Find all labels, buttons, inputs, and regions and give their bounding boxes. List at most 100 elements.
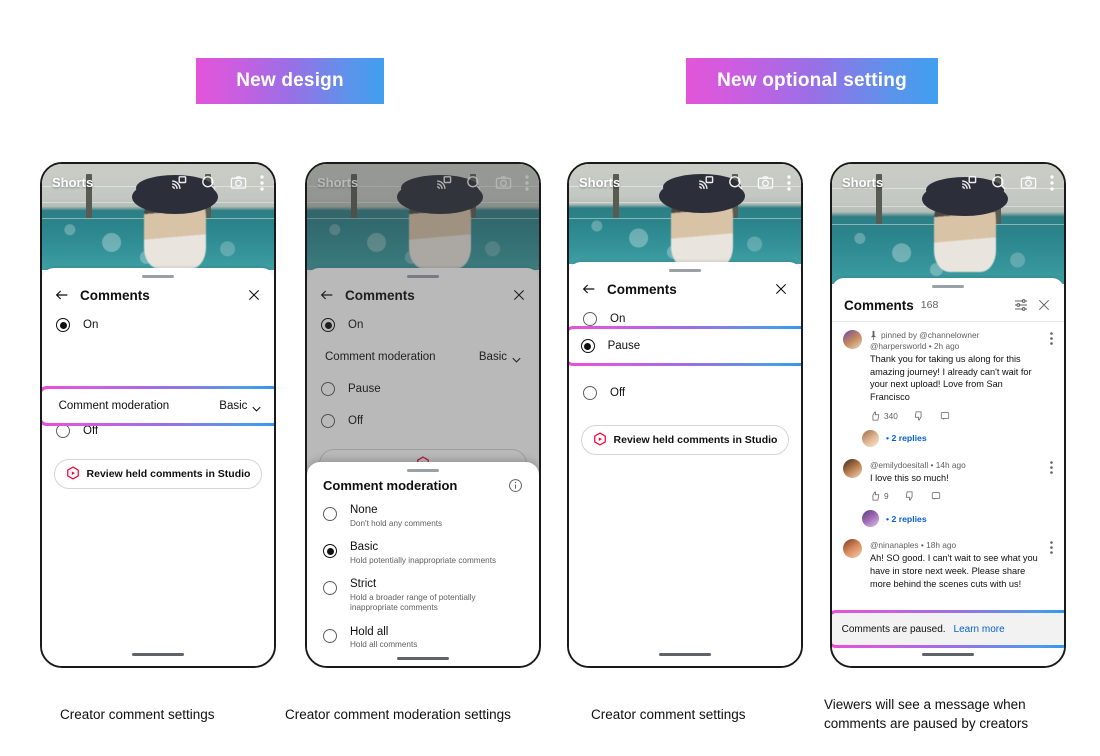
sheet-header: Comments — [42, 278, 274, 309]
back-arrow-icon[interactable] — [581, 281, 597, 297]
moderation-option-none-label: None — [350, 504, 378, 517]
option-pause-3[interactable]: Pause — [569, 330, 801, 362]
more-vertical-icon[interactable] — [1050, 174, 1054, 191]
like-count: 9 — [884, 491, 889, 502]
cast-icon[interactable] — [170, 174, 187, 191]
chevron-down-icon[interactable] — [252, 403, 262, 412]
moderation-option-basic[interactable]: Basic Hold potentially inappropriate com… — [307, 534, 539, 571]
comment-more-icon[interactable] — [1050, 541, 1053, 559]
close-icon[interactable] — [1036, 297, 1052, 313]
shorts-topbar-3: Shorts — [569, 174, 801, 191]
radio-none[interactable] — [323, 507, 337, 522]
dialog-header: Comment moderation — [307, 472, 539, 497]
caption-phone-4: Viewers will see a message when comments… — [824, 695, 1082, 733]
comment-item[interactable]: @ninanaples • 18h ago Ah! SO good. I can… — [832, 531, 1064, 592]
moderation-option-none-desc: Don't hold any comments — [350, 518, 443, 528]
moderation-option-hold-all[interactable]: Hold all Hold all comments — [307, 619, 539, 656]
phone-3-screen: Shorts Comments On Off Review held comme… — [569, 164, 801, 666]
highlight-comment-moderation-row: Comment moderation Basic — [42, 386, 274, 426]
comments-settings-sheet-3: Comments On Off Review held comments in … — [569, 262, 801, 666]
replies-count-label[interactable]: • 2 replies — [886, 433, 927, 443]
moderation-option-strict-desc: Hold a broader range of potentially inap… — [350, 592, 476, 613]
camera-icon[interactable] — [1020, 174, 1037, 191]
comment-moderation-value-group[interactable]: Basic — [219, 400, 262, 412]
shorts-video-backdrop: Shorts — [42, 164, 274, 270]
page-root: New design New optional setting Shorts C… — [0, 0, 1100, 756]
phone-mockup-1: Shorts Comments On Off Review held comme… — [40, 162, 276, 668]
cast-icon[interactable] — [697, 174, 714, 191]
review-held-comments-button-3[interactable]: Review held comments in Studio — [581, 425, 789, 455]
camera-icon[interactable] — [757, 174, 774, 191]
caption-phone-4-line1: Viewers will see a message when — [824, 697, 1026, 712]
shorts-video-backdrop-3: Shorts — [569, 164, 801, 268]
sort-filter-icon[interactable] — [1013, 297, 1029, 313]
back-arrow-icon[interactable] — [54, 287, 70, 303]
comment-item[interactable]: pinned by @channelowner @harpersworld • … — [832, 322, 1064, 423]
avatar — [843, 330, 862, 349]
learn-more-link[interactable]: Learn more — [954, 624, 1005, 635]
comment-moderation-row[interactable]: Comment moderation Basic — [42, 390, 274, 422]
dialog-title: Comment moderation — [323, 478, 458, 494]
sheet-title-3: Comments — [607, 281, 677, 297]
search-icon[interactable] — [200, 174, 217, 191]
replies-count-label[interactable]: • 2 replies — [886, 514, 927, 524]
avatar — [843, 539, 862, 559]
option-on-label: On — [83, 319, 99, 331]
dislike-button[interactable] — [905, 491, 915, 502]
search-icon[interactable] — [727, 174, 744, 191]
radio-basic[interactable] — [323, 544, 337, 559]
replies-row[interactable]: • 2 replies — [832, 503, 1064, 531]
comment-meta: @harpersworld • 2h ago — [870, 341, 960, 351]
comment-time: 2h ago — [933, 341, 960, 351]
cast-icon[interactable] — [960, 174, 977, 191]
moderation-option-none[interactable]: None Don't hold any comments — [307, 497, 539, 534]
pinned-label-row: pinned by @channelowner — [870, 330, 1042, 341]
radio-off[interactable] — [56, 424, 70, 438]
reply-button[interactable] — [940, 411, 950, 421]
comment-more-icon[interactable] — [1050, 332, 1053, 350]
caption-phone-4-line2: comments are paused by creators — [824, 716, 1029, 732]
radio-hold-all[interactable] — [323, 628, 337, 643]
reply-button[interactable] — [931, 491, 941, 501]
radio-on[interactable] — [583, 312, 597, 326]
radio-off[interactable] — [583, 386, 597, 400]
search-icon[interactable] — [990, 174, 1007, 191]
radio-pause[interactable] — [580, 339, 595, 353]
more-vertical-icon[interactable] — [260, 174, 264, 191]
caption-phone-3: Creator comment settings — [591, 707, 746, 722]
reply-avatar — [862, 510, 879, 528]
replies-row[interactable]: • 2 replies — [832, 423, 1064, 451]
moderation-option-hold-all-label: Hold all — [350, 625, 389, 638]
close-icon[interactable] — [246, 287, 262, 303]
comment-author[interactable]: @harpersworld — [870, 341, 926, 351]
moderation-option-strict[interactable]: Strict Hold a broader range of potential… — [307, 571, 539, 619]
shorts-topbar: Shorts — [42, 174, 274, 191]
close-icon[interactable] — [773, 281, 789, 297]
comment-actions: 9 — [870, 491, 1042, 501]
more-vertical-icon[interactable] — [787, 174, 791, 191]
like-button[interactable]: 340 — [870, 411, 898, 421]
option-off-3[interactable]: Off — [569, 377, 801, 409]
comments-list-sheet: Comments 168 pinned by @channelowner @ha… — [832, 278, 1064, 666]
comments-list-header: Comments 168 — [832, 288, 1064, 322]
home-indicator — [922, 653, 974, 656]
camera-icon[interactable] — [230, 174, 247, 191]
badge-new-optional-setting: New optional setting — [686, 58, 938, 104]
comment-author[interactable]: @emilydoesitall — [870, 460, 928, 470]
info-icon[interactable] — [508, 478, 523, 493]
radio-strict[interactable] — [323, 581, 337, 596]
shorts-topbar-4: Shorts — [832, 174, 1064, 191]
like-button[interactable]: 9 — [870, 491, 889, 501]
radio-on[interactable] — [56, 318, 70, 332]
phone-2-screen: Shorts Comments On Comment moderation Ba… — [307, 164, 539, 666]
comment-author[interactable]: @ninanaples — [870, 540, 919, 550]
comment-more-icon[interactable] — [1050, 460, 1053, 479]
option-off-label: Off — [83, 425, 99, 437]
dislike-button[interactable] — [914, 411, 924, 421]
comment-moderation-value: Basic — [219, 400, 248, 412]
option-on[interactable]: On — [42, 309, 274, 341]
phone-mockup-2: Shorts Comments On Comment moderation Ba… — [305, 162, 541, 668]
comment-item[interactable]: @emilydoesitall • 14h ago I love this so… — [832, 451, 1064, 504]
review-held-comments-button[interactable]: Review held comments in Studio — [54, 459, 262, 489]
comment-text: Ah! SO good. I can't wait to see what yo… — [870, 553, 1038, 589]
